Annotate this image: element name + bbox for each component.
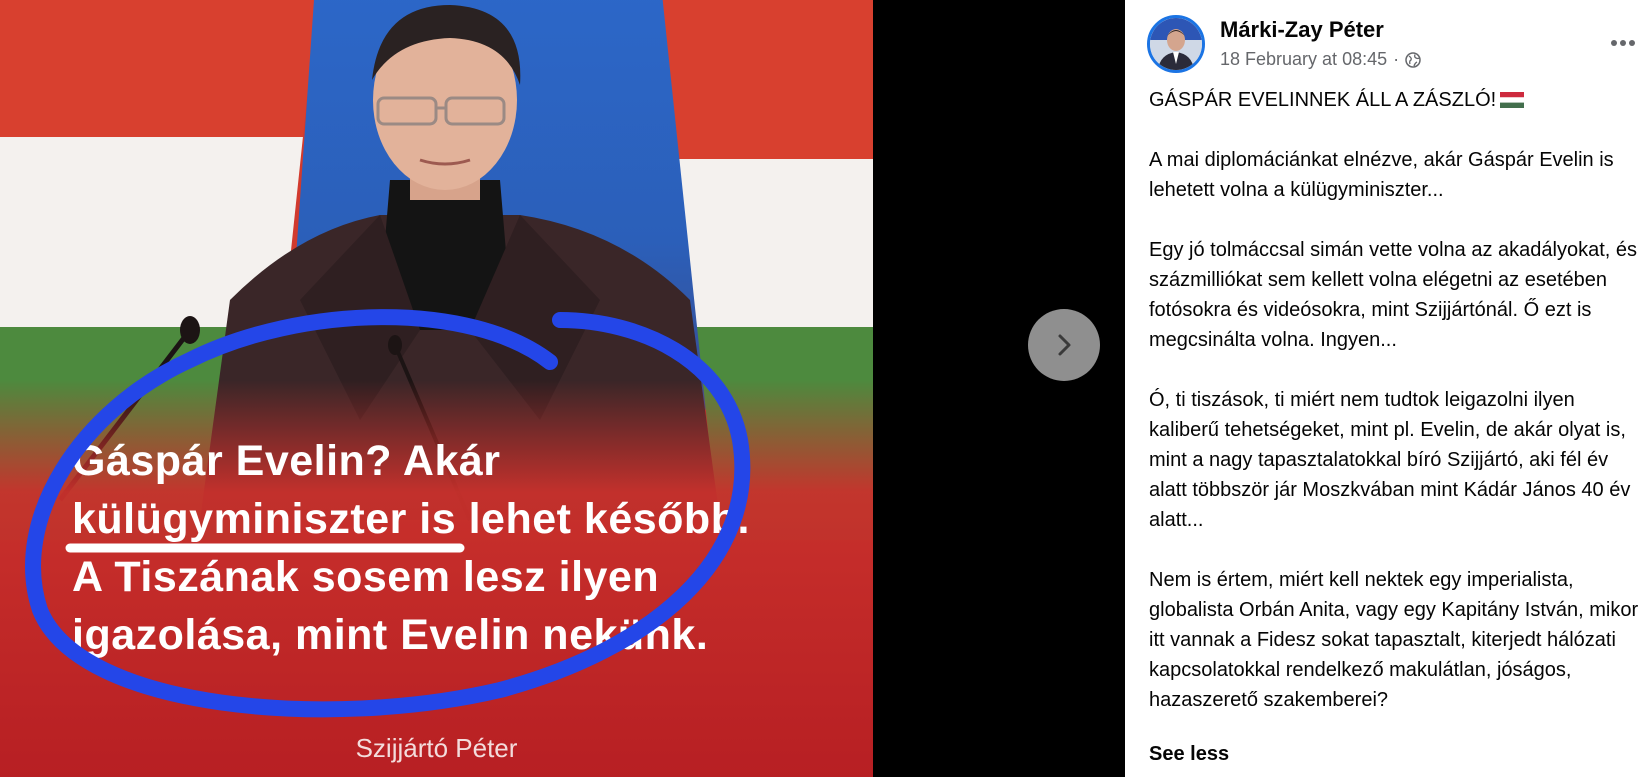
see-less-button[interactable]: See less xyxy=(1149,743,1229,766)
post-timestamp[interactable]: 18 February at 08:45 xyxy=(1220,49,1387,70)
annotation-overlay xyxy=(25,309,751,718)
post-panel: Márki-Zay Péter 18 February at 08:45 · G… xyxy=(1125,0,1648,777)
post-meta: 18 February at 08:45 · xyxy=(1220,49,1421,70)
post-photo[interactable]: Gáspár Evelin? Akár külügyminiszter is l… xyxy=(0,0,873,777)
meta-separator: · xyxy=(1393,49,1400,69)
avatar[interactable] xyxy=(1147,15,1205,73)
post-author-name[interactable]: Márki-Zay Péter xyxy=(1220,17,1384,43)
hungary-flag-icon xyxy=(1500,92,1525,108)
post-paragraph: Nem is értem, miért kell nektek egy impe… xyxy=(1149,569,1639,711)
post-text: GÁSPÁR EVELINNEK ÁLL A ZÁSZLÓ! A mai dip… xyxy=(1149,85,1644,715)
post-paragraph: A mai diplomáciánkat elnézve, akár Gáspá… xyxy=(1149,149,1614,201)
more-options-icon xyxy=(1611,40,1635,46)
highlight-circle xyxy=(25,309,751,718)
chevron-right-icon xyxy=(1058,334,1071,356)
next-photo-button[interactable] xyxy=(1028,309,1100,381)
avatar-image xyxy=(1150,18,1202,70)
globe-icon[interactable] xyxy=(1405,51,1421,68)
post-title-line: GÁSPÁR EVELINNEK ÁLL A ZÁSZLÓ! xyxy=(1149,85,1644,115)
post-title: GÁSPÁR EVELINNEK ÁLL A ZÁSZLÓ! xyxy=(1149,89,1497,111)
post-paragraph: Ó, ti tiszások, ti miért nem tudtok leig… xyxy=(1149,389,1631,531)
post-paragraph: Egy jó tolmáccsal simán vette volna az a… xyxy=(1149,239,1638,351)
more-options-button[interactable] xyxy=(1603,28,1643,58)
